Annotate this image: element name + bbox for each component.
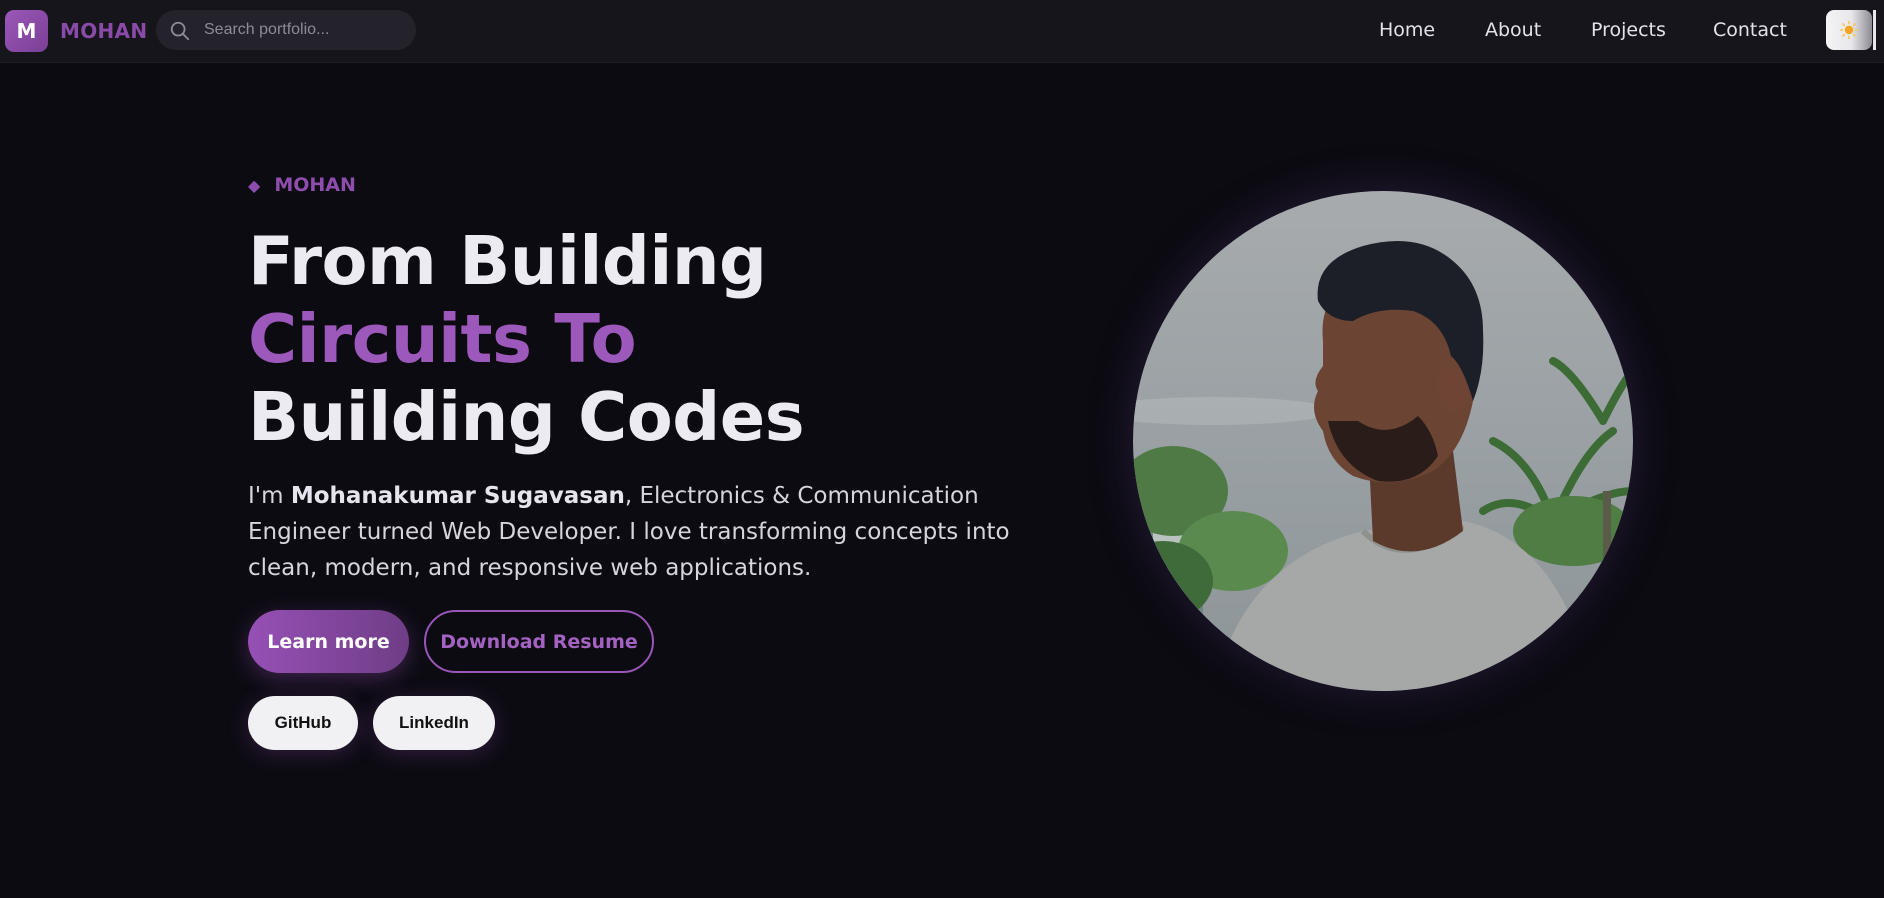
github-button[interactable]: GitHub [248,696,358,750]
desc-intro: I'm [248,483,291,509]
diamond-icon: ◆ [248,175,261,195]
profile-photo [1133,191,1633,691]
learn-more-button[interactable]: Learn more [248,610,409,673]
hero-tag-text: MOHAN [274,174,356,196]
nav-link-about[interactable]: About [1485,19,1541,41]
hero-headline: From Building Circuits To Building Codes [248,222,1048,456]
nav-link-home[interactable]: Home [1379,19,1435,41]
desc-name: Mohanakumar Sugavasan [290,483,625,509]
theme-toggle-button[interactable] [1826,10,1872,50]
headline-part2: Building Codes [248,378,805,456]
nav-links: Home About Projects Contact [0,19,1884,43]
nav-link-contact[interactable]: Contact [1713,19,1787,41]
linkedin-button[interactable]: LinkedIn [373,696,495,750]
hero-description: I'm Mohanakumar Sugavasan, Electronics &… [248,478,1068,586]
headline-part1: From Building [248,222,767,300]
download-resume-button[interactable]: Download Resume [424,610,654,673]
headline-accent: Circuits To [248,300,637,378]
sun-icon [1839,20,1859,40]
toggle-edge [1873,10,1876,50]
profile-portrait-illustration [1133,191,1633,691]
hero-tag: ◆ MOHAN [248,174,356,196]
nav-link-projects[interactable]: Projects [1591,19,1666,41]
top-navbar: M MOHAN Home About Projects Contact [0,0,1884,63]
